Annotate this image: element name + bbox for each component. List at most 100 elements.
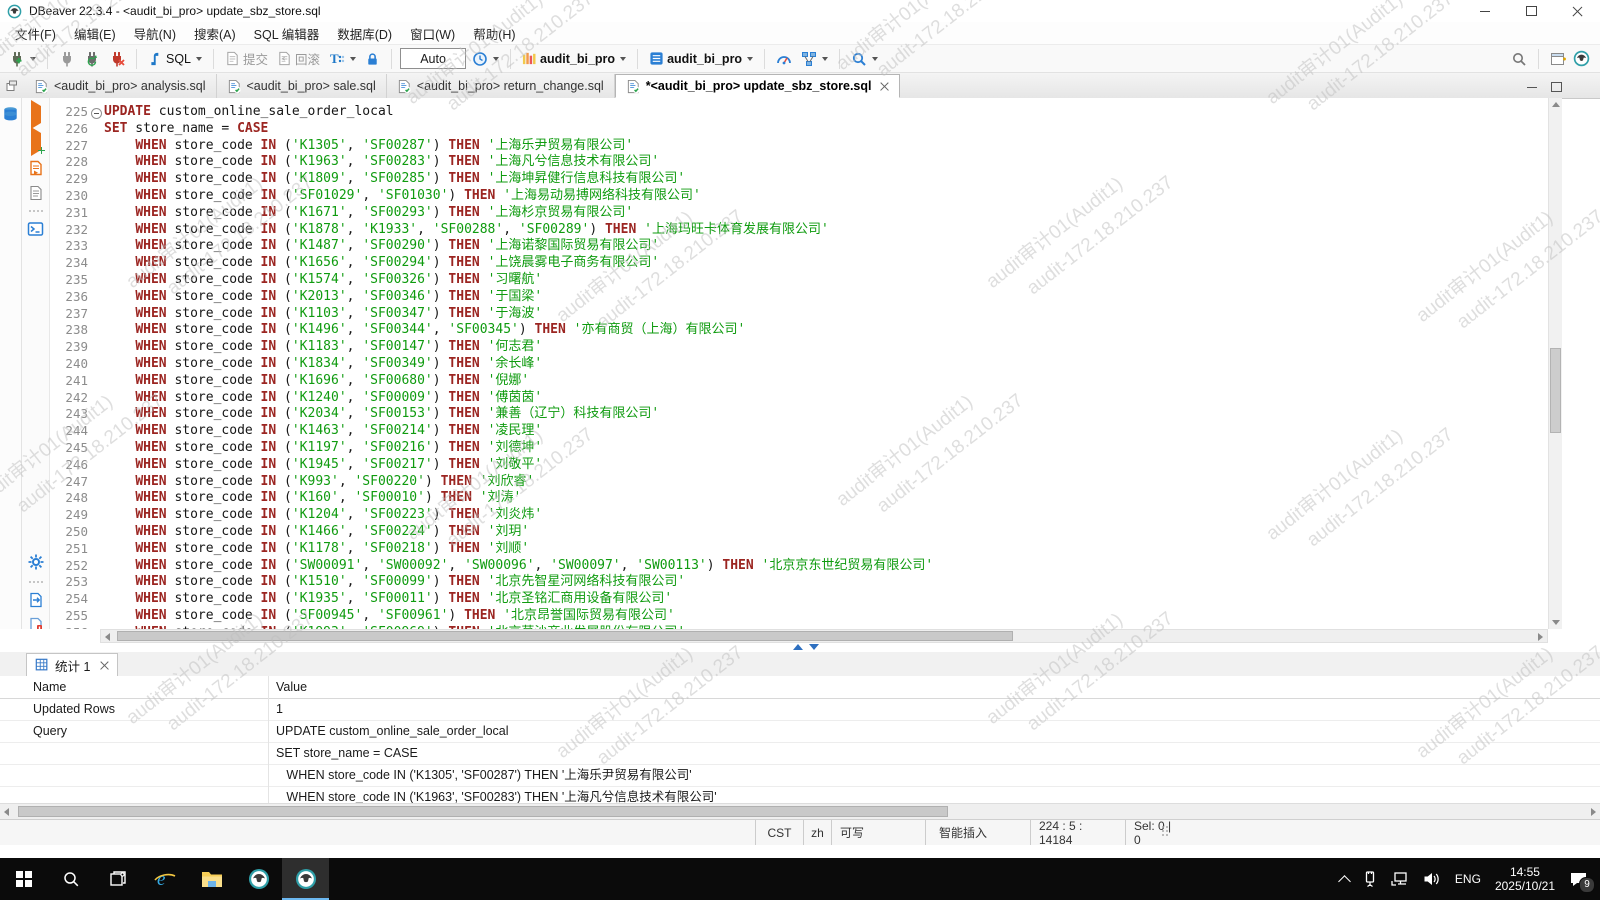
chevron-down-icon	[196, 57, 202, 61]
code-line: WHEN store_code IN ('K1463', 'SF00214') …	[104, 423, 1548, 440]
status-segment: 224 : 5 : 14184	[1030, 820, 1125, 845]
settings-gear-icon[interactable]	[28, 554, 44, 570]
minimize-button[interactable]	[1462, 0, 1508, 22]
collapse-down-icon[interactable]	[809, 644, 819, 650]
tray-expand-icon[interactable]	[1338, 875, 1351, 888]
code-lines[interactable]: UPDATE custom_online_sale_order_localSET…	[104, 98, 1548, 629]
sql-editor-button[interactable]: SQL	[145, 49, 205, 69]
task-view-button[interactable]	[94, 858, 141, 900]
execute-statement-button[interactable]	[31, 106, 41, 124]
scroll-left-icon[interactable]	[105, 633, 110, 641]
rollback-button[interactable]: 回滚	[274, 47, 323, 70]
clock-date: 2025/10/21	[1495, 879, 1555, 893]
sql-console-button[interactable]	[27, 221, 44, 237]
export-result-button[interactable]	[28, 592, 44, 608]
line-number: 238	[50, 322, 104, 339]
code-line: WHEN store_code IN ('K160', 'SF00010') T…	[104, 490, 1548, 507]
menu-item[interactable]: 导航(N)	[125, 22, 185, 45]
action-center-button[interactable]: 9	[1569, 871, 1588, 888]
results-horizontal-scrollbar[interactable]	[0, 803, 1600, 819]
scrollbar-thumb[interactable]	[1550, 348, 1561, 433]
stats-row[interactable]: QueryUPDATE custom_online_sale_order_loc…	[0, 721, 1600, 743]
menu-item[interactable]: 窗口(W)	[401, 22, 464, 45]
new-connection-button[interactable]	[6, 49, 39, 69]
lock-button[interactable]	[362, 49, 383, 69]
language-indicator[interactable]: ENG	[1455, 872, 1481, 886]
execute-new-tab-button[interactable]	[31, 133, 41, 151]
taskbar-search-button[interactable]	[47, 858, 94, 900]
speaker-icon[interactable]	[1423, 871, 1441, 887]
rollback-label: 回滚	[295, 49, 320, 68]
file-explorer-button[interactable]	[188, 858, 235, 900]
execute-script-button[interactable]	[28, 160, 44, 176]
code-line: WHEN store_code IN ('K2034', 'SF00153') …	[104, 406, 1548, 423]
start-button[interactable]	[0, 858, 47, 900]
connection-selector[interactable]: audit_bi_pro	[519, 49, 629, 68]
search-button[interactable]	[848, 49, 881, 69]
explain-plan-button[interactable]	[28, 185, 44, 201]
menu-item[interactable]: 编辑(E)	[65, 22, 125, 45]
status-segment: 智能插入	[925, 820, 1030, 845]
column-header-name[interactable]: Name	[33, 676, 66, 698]
perspective-icon[interactable]	[1550, 51, 1567, 67]
scroll-right-icon[interactable]	[1591, 808, 1596, 816]
line-number: 232	[50, 222, 104, 239]
scroll-up-icon[interactable]	[1552, 102, 1560, 107]
scroll-right-icon[interactable]	[1538, 633, 1543, 641]
svg-text:e: e	[157, 869, 165, 890]
collapse-up-icon[interactable]	[793, 644, 803, 650]
transaction-mode-button[interactable]: T	[326, 49, 359, 69]
maximize-view-icon[interactable]	[1551, 82, 1562, 92]
restore-view-icon[interactable]	[0, 74, 24, 98]
dashboard-button[interactable]	[773, 49, 795, 69]
transaction-log-button[interactable]	[469, 49, 502, 69]
dbeaver-perspective-icon[interactable]	[1573, 50, 1590, 67]
commit-mode-select[interactable]: Auto	[400, 48, 466, 69]
sql-file-icon	[34, 79, 49, 94]
scrollbar-thumb[interactable]	[117, 631, 1013, 641]
disconnect-button[interactable]	[106, 49, 128, 69]
stats-row[interactable]: Updated Rows1	[0, 699, 1600, 721]
schema-selector[interactable]: audit_bi_pro	[646, 49, 756, 68]
fold-collapse-icon[interactable]	[91, 108, 102, 119]
menu-item[interactable]: 数据库(D)	[328, 22, 401, 45]
editor-vertical-scrollbar[interactable]	[1548, 98, 1562, 629]
editor-tab[interactable]: <audit_bi_pro> analysis.sql	[24, 74, 217, 98]
tab-close-icon[interactable]	[880, 82, 889, 91]
close-button[interactable]	[1554, 0, 1600, 22]
editor-tab[interactable]: <audit_bi_pro> sale.sql	[217, 74, 387, 98]
menu-item[interactable]: 帮助(H)	[464, 22, 524, 45]
panel-splitter[interactable]	[0, 643, 1600, 652]
taskbar-clock[interactable]: 14:55 2025/10/21	[1495, 865, 1555, 893]
maximize-button[interactable]	[1508, 0, 1554, 22]
menu-item[interactable]: 搜索(A)	[185, 22, 245, 45]
dbeaver-taskbar-button-active[interactable]	[282, 858, 329, 900]
quick-search-icon[interactable]	[1511, 51, 1527, 67]
network-icon[interactable]	[1391, 871, 1409, 887]
minimize-view-icon[interactable]	[1527, 87, 1537, 88]
menu-item[interactable]: SQL 编辑器	[245, 22, 329, 45]
internet-explorer-button[interactable]: e	[141, 858, 188, 900]
stats-row[interactable]: WHEN store_code IN ('K1305', 'SF00287') …	[0, 765, 1600, 787]
menu-item[interactable]: 文件(F)	[6, 22, 65, 45]
column-header-value[interactable]: Value	[276, 676, 307, 698]
editor-horizontal-scrollbar[interactable]	[100, 629, 1548, 643]
execution-plan-button[interactable]	[798, 49, 831, 69]
transaction-icon: T	[329, 51, 345, 67]
scroll-left-icon[interactable]	[4, 808, 9, 816]
commit-button[interactable]: 提交	[222, 47, 271, 70]
editor-tab[interactable]: <audit_bi_pro> return_change.sql	[387, 74, 615, 98]
column-divider[interactable]	[268, 676, 269, 803]
reconnect-button[interactable]	[81, 49, 103, 69]
scroll-down-icon[interactable]	[1552, 620, 1560, 625]
usb-device-icon[interactable]	[1363, 871, 1377, 888]
stats-row[interactable]: SET store_name = CASE	[0, 743, 1600, 765]
statistics-tab[interactable]: 统计 1	[26, 653, 118, 676]
tab-close-icon[interactable]	[100, 661, 109, 670]
code-line: WHEN store_code IN ('K1240', 'SF00009') …	[104, 390, 1548, 407]
scrollbar-thumb[interactable]	[18, 806, 948, 817]
editor-tab[interactable]: *<audit_bi_pro> update_sbz_store.sql	[615, 74, 901, 98]
dbeaver-taskbar-button[interactable]	[235, 858, 282, 900]
connect-button[interactable]	[56, 49, 78, 69]
database-navigator-icon[interactable]	[2, 106, 19, 122]
